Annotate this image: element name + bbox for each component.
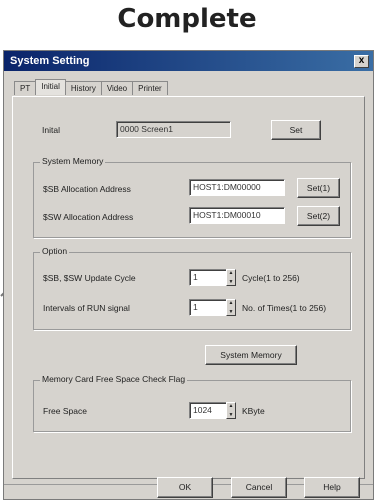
tab-initial[interactable]: Initial — [35, 79, 66, 95]
system-memory-title: System Memory — [40, 156, 106, 166]
spin-arrows-icon[interactable]: ▲ ▼ — [226, 269, 236, 286]
run-signal-field[interactable]: 1 — [189, 299, 227, 316]
system-setting-dialog: System Setting x PT Initial History Vide… — [3, 50, 374, 500]
set-2-button[interactable]: Set(2) — [297, 206, 340, 226]
free-space-field[interactable]: 1024 — [189, 402, 227, 419]
initial-screen-field[interactable]: 0000 Screen1 — [116, 121, 231, 138]
update-cycle-unit: Cycle(1 to 256) — [242, 273, 300, 283]
system-memory-group: System Memory $SB Allocation Address HOS… — [33, 156, 351, 238]
run-signal-label: Intervals of RUN signal — [43, 303, 130, 313]
free-space-label: Free Space — [43, 406, 87, 416]
tab-video[interactable]: Video — [100, 81, 134, 95]
system-memory-button[interactable]: System Memory — [205, 345, 297, 365]
ok-button[interactable]: OK — [157, 477, 213, 498]
tab-printer[interactable]: Printer — [132, 81, 168, 95]
spin-arrows-icon[interactable]: ▲ ▼ — [226, 402, 236, 419]
sw-allocation-label: $SW Allocation Address — [43, 212, 134, 222]
help-button[interactable]: Help — [304, 477, 360, 498]
window-title: System Setting — [10, 55, 90, 67]
tab-pt[interactable]: PT — [14, 81, 37, 95]
sb-allocation-field[interactable]: HOST1:DM00000 — [189, 179, 285, 196]
cancel-button[interactable]: Cancel — [231, 477, 287, 498]
option-title: Option — [40, 246, 70, 256]
initial-set-button[interactable]: Set — [271, 120, 321, 140]
run-signal-unit: No. of Times(1 to 256) — [242, 303, 327, 313]
title-bar: System Setting x — [4, 51, 373, 71]
spin-arrows-icon[interactable]: ▲ ▼ — [226, 299, 236, 316]
update-cycle-label: $SB, $SW Update Cycle — [43, 273, 136, 283]
initial-label: Inital — [42, 125, 60, 135]
option-group: Option $SB, $SW Update Cycle 1 ▲ ▼ Cycle(… — [33, 246, 351, 330]
free-space-unit: KByte — [242, 406, 265, 416]
update-cycle-field[interactable]: 1 — [189, 269, 227, 286]
tab-strip: PT Initial History Video Printer — [14, 79, 168, 97]
tab-history[interactable]: History — [64, 81, 102, 95]
page-heading: Complete — [117, 4, 257, 34]
set-1-button[interactable]: Set(1) — [297, 178, 340, 198]
memory-card-group: Memory Card Free Space Check Flag Free S… — [33, 374, 351, 432]
sb-allocation-label: $SB Allocation Address — [43, 184, 131, 194]
tab-panel-initial: Inital 0000 Screen1 Set System Memory $S… — [12, 96, 365, 479]
close-icon[interactable]: x — [354, 54, 369, 68]
sw-allocation-field[interactable]: HOST1:DM00010 — [189, 207, 285, 224]
memory-card-title: Memory Card Free Space Check Flag — [40, 374, 188, 384]
